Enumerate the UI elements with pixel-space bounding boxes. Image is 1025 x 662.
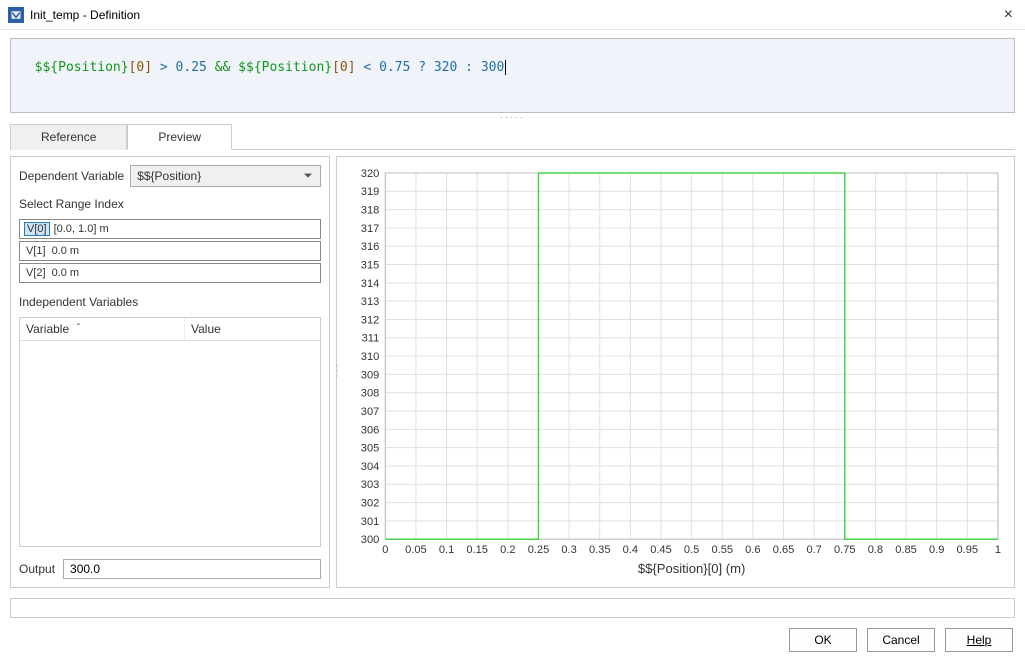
ok-button[interactable]: OK xyxy=(789,628,857,652)
range-value: 0.0 m xyxy=(52,245,316,257)
range-row-1[interactable]: V[1] 0.0 m xyxy=(19,241,321,261)
dialog-buttons: OK Cancel Help xyxy=(0,618,1025,662)
svg-text:319: 319 xyxy=(361,186,379,198)
vertical-resize-handle[interactable]: ··· xyxy=(333,365,343,380)
cancel-button[interactable]: Cancel xyxy=(867,628,935,652)
tab-preview[interactable]: Preview xyxy=(127,124,232,150)
svg-text:304: 304 xyxy=(361,461,379,473)
range-value: [0.0, 1.0] m xyxy=(54,223,316,235)
column-value[interactable]: Value xyxy=(185,318,320,340)
output-label: Output xyxy=(19,562,55,576)
svg-text:314: 314 xyxy=(361,278,379,290)
svg-text:311: 311 xyxy=(362,333,380,345)
close-icon[interactable]: × xyxy=(1000,6,1017,24)
svg-text:0: 0 xyxy=(382,544,388,556)
svg-text:315: 315 xyxy=(361,260,379,272)
svg-text:306: 306 xyxy=(361,424,379,436)
range-value: 0.0 m xyxy=(52,267,316,279)
svg-text:307: 307 xyxy=(361,406,379,418)
range-index-label: Select Range Index xyxy=(19,197,321,211)
svg-text:1: 1 xyxy=(995,544,1001,556)
horizontal-resize-handle[interactable]: ····· xyxy=(0,113,1025,123)
svg-text:0.15: 0.15 xyxy=(466,544,488,556)
svg-text:308: 308 xyxy=(361,388,379,400)
svg-text:301: 301 xyxy=(361,516,379,528)
svg-text:303: 303 xyxy=(361,479,379,491)
svg-text:0.05: 0.05 xyxy=(405,544,427,556)
svg-text:0.1: 0.1 xyxy=(439,544,454,556)
panels: Dependent Variable $${Position} Select R… xyxy=(10,156,1015,588)
help-button[interactable]: Help xyxy=(945,628,1013,652)
titlebar: Init_temp - Definition × xyxy=(0,0,1025,30)
dependent-variable-select[interactable]: $${Position} xyxy=(130,165,321,187)
svg-text:0.9: 0.9 xyxy=(929,544,944,556)
range-index: V[2] xyxy=(24,267,48,279)
svg-text:316: 316 xyxy=(361,241,379,253)
svg-text:0.95: 0.95 xyxy=(957,544,979,556)
chart: 300 301 302 303 304 305 306 307 308 309 310 311 312 3… xyxy=(343,163,1008,581)
svg-text:313: 313 xyxy=(361,296,379,308)
svg-text:0.6: 0.6 xyxy=(745,544,760,556)
svg-text:0.25: 0.25 xyxy=(528,544,550,556)
svg-text:0.45: 0.45 xyxy=(650,544,672,556)
svg-text:317: 317 xyxy=(361,223,379,235)
app-icon xyxy=(8,7,24,23)
range-row-2[interactable]: V[2] 0.0 m xyxy=(19,263,321,283)
svg-text:0.5: 0.5 xyxy=(684,544,699,556)
range-index: V[0] xyxy=(24,222,50,236)
dependent-variable-label: Dependent Variable xyxy=(19,169,124,183)
output-field[interactable] xyxy=(63,559,321,579)
left-panel: Dependent Variable $${Position} Select R… xyxy=(10,156,330,588)
svg-text:0.2: 0.2 xyxy=(500,544,515,556)
column-variable[interactable]: Variable⌃ xyxy=(20,318,185,340)
independent-variables-label: Independent Variables xyxy=(19,295,321,309)
independent-variables-table: Variable⌃ Value xyxy=(19,317,321,547)
text-cursor xyxy=(505,60,506,75)
svg-text:318: 318 xyxy=(361,205,379,217)
svg-text:0.8: 0.8 xyxy=(868,544,883,556)
range-row-0[interactable]: V[0] [0.0, 1.0] m xyxy=(19,219,321,239)
svg-text:320: 320 xyxy=(361,168,379,180)
dependent-variable-value: $${Position} xyxy=(137,169,201,183)
svg-text:0.3: 0.3 xyxy=(561,544,576,556)
svg-text:305: 305 xyxy=(361,443,379,455)
svg-text:0.85: 0.85 xyxy=(895,544,917,556)
svg-text:312: 312 xyxy=(361,314,379,326)
svg-text:0.7: 0.7 xyxy=(806,544,821,556)
footer-status-bar xyxy=(10,598,1015,618)
tab-reference[interactable]: Reference xyxy=(10,124,127,150)
svg-text:0.4: 0.4 xyxy=(623,544,638,556)
sort-caret-icon: ⌃ xyxy=(75,322,82,331)
svg-text:310: 310 xyxy=(361,351,379,363)
range-index: V[1] xyxy=(24,245,48,257)
window-title: Init_temp - Definition xyxy=(30,8,140,22)
svg-text:$${Position}[0] (m): $${Position}[0] (m) xyxy=(638,561,746,576)
preview-chart-panel: ··· 300 301 302 303 304 305 306 307 308 309 310 311… xyxy=(336,156,1015,588)
svg-text:302: 302 xyxy=(361,498,379,510)
svg-text:0.35: 0.35 xyxy=(589,544,611,556)
svg-text:300: 300 xyxy=(361,534,379,546)
tabs: Reference Preview xyxy=(10,123,1015,150)
svg-text:0.55: 0.55 xyxy=(711,544,733,556)
expression-editor[interactable]: $${Position}[0] > 0.25 && $${Position}[0… xyxy=(10,38,1015,113)
svg-text:0.65: 0.65 xyxy=(773,544,795,556)
svg-text:309: 309 xyxy=(361,369,379,381)
svg-text:0.75: 0.75 xyxy=(834,544,856,556)
